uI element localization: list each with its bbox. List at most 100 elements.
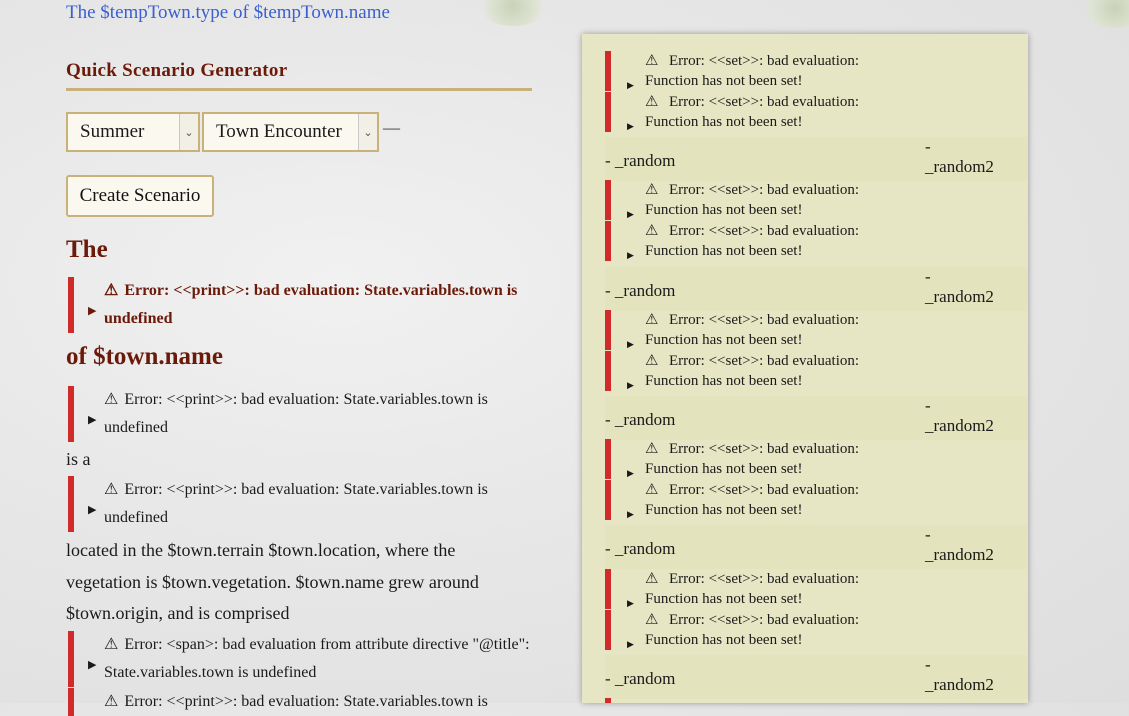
season-select[interactable]: Summer ⌄ — [66, 112, 200, 152]
triangle-right-icon[interactable]: ▶ — [627, 245, 634, 265]
triangle-right-icon[interactable]: ▶ — [88, 651, 96, 679]
triangle-right-icon[interactable]: ▶ — [88, 297, 96, 325]
error-detail: Function has not been set! — [645, 373, 803, 389]
story-text-is-a: is a — [66, 449, 91, 469]
warning-icon: ⚠ — [645, 353, 659, 369]
error-set[interactable]: ⚠ Error: <<set>>: bad evaluation: ▶ Func… — [605, 439, 1028, 479]
error-span-title[interactable]: ▶ ⚠ Error: <span>: bad evaluation from at… — [68, 631, 530, 687]
warning-icon: ⚠ — [645, 441, 659, 457]
error-set[interactable]: ⚠ Error: <<set>>: bad evaluation: ▶ Func… — [605, 51, 1028, 91]
warning-icon: ⚠ — [104, 282, 119, 299]
error-message: Error: <<set>>: bad evaluation: — [669, 182, 860, 198]
warning-icon: ⚠ — [645, 571, 659, 587]
error-detail: Function has not been set! — [645, 632, 803, 648]
error-message: Error: <<print>>: bad evaluation: State.… — [104, 481, 488, 526]
error-set[interactable]: ⚠ Error: <<set>>: bad evaluation: ▶ Func… — [605, 180, 1028, 220]
triangle-right-icon[interactable]: ▶ — [88, 406, 96, 434]
error-set[interactable]: ⚠ Error: <<set>>: bad evaluation: ▶ Func… — [605, 569, 1028, 609]
warning-icon: ⚠ — [104, 481, 119, 498]
error-detail: Function has not been set! — [645, 332, 803, 348]
error-group: ⚠ Error: <<set>>: bad evaluation: ▶ Func… — [605, 180, 1028, 261]
random-row: - _random - _random2 — [605, 396, 1028, 440]
scenario-type-select[interactable]: Town Encounter ⌄ — [202, 112, 379, 152]
error-print-town[interactable]: ⚠ Error: <<print>>: bad evaluation: State… — [68, 688, 530, 716]
warning-icon: ⚠ — [104, 391, 119, 408]
story-heading-the: The — [66, 236, 108, 263]
error-detail: Function has not been set! — [645, 243, 803, 259]
chevron-down-icon: ⌄ — [179, 114, 198, 150]
random-row: - _random - _random2 — [605, 267, 1028, 311]
random2-label: - _random2 — [925, 525, 994, 564]
error-message: Error: <<set>>: bad evaluation: — [669, 612, 860, 628]
warning-icon: ⚠ — [645, 312, 659, 328]
warning-icon: ⚠ — [645, 182, 659, 198]
chevron-down-icon: ⌄ — [358, 114, 377, 150]
error-set[interactable]: ⚠ Error: <<set>>: bad evaluation: ▶ Func… — [605, 221, 1028, 261]
scenario-type-value: Town Encounter — [216, 121, 342, 142]
error-group: ⚠ Error: <<set>>: bad evaluation: ▶ Func… — [605, 569, 1028, 650]
random2-label: - _random2 — [925, 396, 994, 435]
warning-icon: ⚠ — [645, 94, 659, 110]
error-detail: Function has not been set! — [645, 73, 803, 89]
error-set[interactable]: ⚠ Error: <<set>>: bad evaluation: ▶ Func… — [605, 610, 1028, 650]
error-message: Error: <<set>>: bad evaluation: — [669, 441, 860, 457]
error-bar-partial — [605, 698, 611, 703]
separator-dash: — — [383, 118, 400, 137]
season-select-value: Summer — [80, 121, 145, 142]
error-group: ⚠ Error: <<set>>: bad evaluation: ▶ Func… — [605, 310, 1028, 391]
error-detail: Function has not been set! — [645, 502, 803, 518]
error-group: ⚠ Error: <<set>>: bad evaluation: ▶ Func… — [605, 439, 1028, 520]
story-heading-town-name: of $town.name — [66, 343, 223, 370]
triangle-right-icon[interactable]: ▶ — [627, 634, 634, 654]
random-label: - _random — [605, 539, 676, 558]
error-message: Error: <<set>>: bad evaluation: — [669, 482, 860, 498]
triangle-right-icon[interactable]: ▶ — [88, 496, 96, 524]
background-foliage — [478, 0, 548, 26]
random-label: - _random — [605, 410, 676, 429]
random2-label: - _random2 — [925, 655, 994, 694]
error-message: Error: <<print>>: bad evaluation: State.… — [124, 693, 488, 710]
error-print-town[interactable]: ▶ ⚠ Error: <<print>>: bad evaluation: Sta… — [68, 476, 530, 532]
triangle-right-icon[interactable]: ▶ — [627, 116, 634, 136]
triangle-right-icon[interactable]: ▶ — [627, 504, 634, 524]
random-label: - _random — [605, 669, 676, 688]
error-message: Error: <<set>>: bad evaluation: — [669, 571, 860, 587]
error-print-town[interactable]: ▶ ⚠ Error: <<print>>: bad evaluation: Sta… — [68, 277, 530, 333]
error-set[interactable]: ⚠ Error: <<set>>: bad evaluation: ▶ Func… — [605, 351, 1028, 391]
warning-icon: ⚠ — [645, 223, 659, 239]
warning-icon: ⚠ — [645, 612, 659, 628]
error-message: Error: <<print>>: bad evaluation: State.… — [104, 391, 488, 436]
error-message: Error: <<set>>: bad evaluation: — [669, 53, 860, 69]
generator-heading: Quick Scenario Generator — [66, 60, 532, 91]
warning-icon: ⚠ — [645, 482, 659, 498]
random-row: - _random - _random2 — [605, 525, 1028, 569]
error-detail: Function has not been set! — [645, 591, 803, 607]
error-message: Error: <<set>>: bad evaluation: — [669, 94, 860, 110]
warning-icon: ⚠ — [104, 636, 119, 653]
background-foliage — [1080, 0, 1129, 28]
random-row: - _random - _random2 — [605, 655, 1028, 699]
error-message: Error: <span>: bad evaluation from attri… — [104, 636, 530, 681]
warning-icon: ⚠ — [645, 53, 659, 69]
random2-label: - _random2 — [925, 137, 994, 176]
town-title-link[interactable]: The $tempTown.type of $tempTown.name — [66, 2, 390, 24]
error-set[interactable]: ⚠ Error: <<set>>: bad evaluation: ▶ Func… — [605, 480, 1028, 520]
error-print-town[interactable]: ▶ ⚠ Error: <<print>>: bad evaluation: Sta… — [68, 386, 530, 442]
triangle-right-icon[interactable]: ▶ — [627, 375, 634, 395]
random2-label: - _random2 — [925, 267, 994, 306]
warning-icon: ⚠ — [104, 693, 119, 710]
error-set[interactable]: ⚠ Error: <<set>>: bad evaluation: ▶ Func… — [605, 310, 1028, 350]
story-text-located: located in the $town.terrain $town.locat… — [66, 540, 479, 623]
error-detail: Function has not been set! — [645, 114, 803, 130]
error-message: Error: <<print>>: bad evaluation: State.… — [104, 282, 518, 327]
random-row: - _random - _random2 — [605, 137, 1028, 181]
error-group: ⚠ Error: <<set>>: bad evaluation: ▶ Func… — [605, 51, 1028, 132]
create-scenario-button[interactable]: Create Scenario — [66, 175, 214, 217]
random-label: - _random — [605, 281, 676, 300]
error-detail: Function has not been set! — [645, 461, 803, 477]
debug-panel: ⚠ Error: <<set>>: bad evaluation: ▶ Func… — [582, 34, 1028, 703]
random-label: - _random — [605, 151, 676, 170]
error-detail: Function has not been set! — [645, 202, 803, 218]
error-message: Error: <<set>>: bad evaluation: — [669, 353, 860, 369]
error-set[interactable]: ⚠ Error: <<set>>: bad evaluation: ▶ Func… — [605, 92, 1028, 132]
